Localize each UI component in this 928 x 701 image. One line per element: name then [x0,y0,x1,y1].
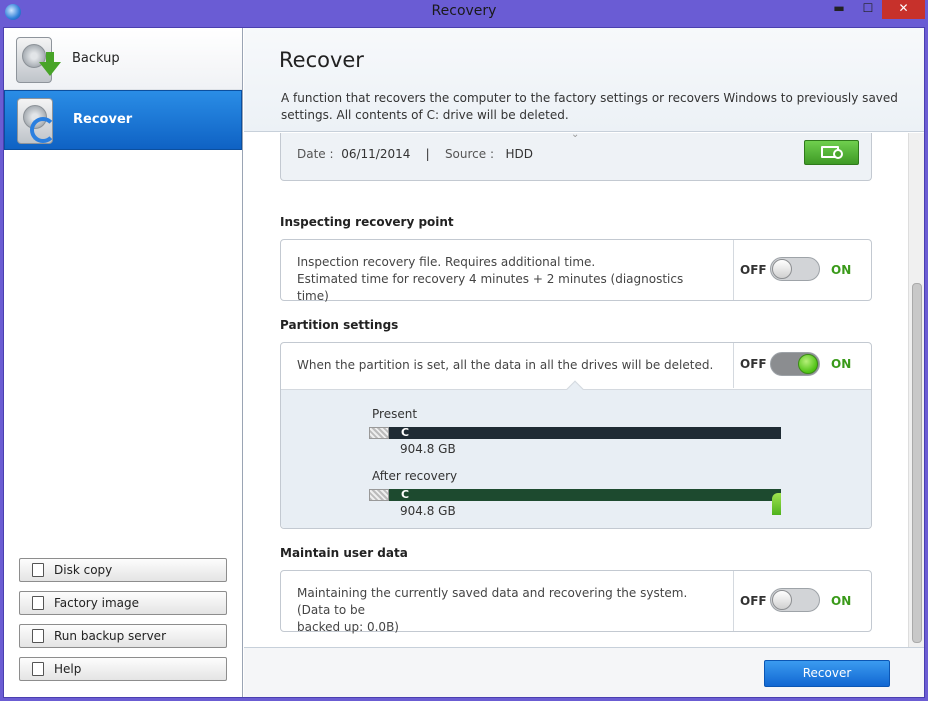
maximize-button[interactable]: ☐ [855,0,881,19]
maintain-description: Maintaining the currently saved data and… [297,585,717,636]
scrollbar-thumb[interactable] [912,283,922,643]
on-label: ON [831,594,852,608]
disk-copy-label: Disk copy [54,563,113,577]
window-title: Recovery [431,3,497,19]
help-icon [32,662,44,676]
close-button[interactable]: ✕ [882,0,925,19]
magnifier-icon [833,149,843,159]
sidebar-item-label: Backup [72,51,120,66]
meta-separator: | [425,147,430,161]
present-size: 904.8 GB [400,442,456,456]
partition-toggle[interactable] [770,352,820,376]
maintain-toggle-area: OFF ON [733,571,871,631]
help-label: Help [54,662,82,676]
present-partition-bar: C [369,426,781,439]
inspecting-line1: Inspection recovery file. Requires addit… [297,255,596,269]
page-header: Recover A function that recovers the com… [244,28,924,132]
inspecting-title: Inspecting recovery point [280,215,454,229]
inspecting-toggle-area: OFF ON [733,240,871,300]
partition-toggle-area: OFF ON [733,343,871,388]
main-panel: Recover A function that recovers the com… [244,28,924,697]
help-button[interactable]: Help [19,657,227,681]
maintain-line2: backed up: 0.0B) [297,620,399,634]
chevron-down-icon: ⌄ [571,133,580,140]
scroll-content[interactable]: ⌄ Date : 06/11/2014 | Source : HDD Inspe… [244,133,908,647]
sidebar: Backup Recover Disk copy Factory image R… [4,28,243,697]
page-description: A function that recovers the computer to… [281,91,898,122]
after-recovery-label: After recovery [372,469,458,483]
partition-title: Partition settings [280,318,399,332]
on-label: ON [831,263,852,277]
sidebar-item-recover[interactable]: Recover [4,90,242,150]
sidebar-item-backup[interactable]: Backup [4,30,242,90]
on-label: ON [831,357,852,371]
recover-drive-icon [17,98,56,144]
disk-copy-button[interactable]: Disk copy [19,558,227,582]
inspecting-line2: Estimated time for recovery 4 minutes + … [297,272,684,303]
maintain-line1: Maintaining the currently saved data and… [297,586,688,617]
reserved-partition [369,427,389,439]
recover-button[interactable]: Recover [764,660,890,687]
factory-image-button[interactable]: Factory image [19,591,227,615]
factory-image-icon [32,596,44,610]
off-label: OFF [740,263,767,277]
minimize-button[interactable]: ▬ [826,0,852,19]
inspecting-toggle[interactable] [770,257,820,281]
source-value: HDD [505,147,533,161]
run-backup-server-button[interactable]: Run backup server [19,624,227,648]
date-value: 06/11/2014 [341,147,411,161]
footer-bar: Recover [244,647,924,697]
after-drive-letter: C [401,488,410,501]
backup-drive-icon [16,37,61,83]
partition-resize-handle[interactable] [772,493,781,515]
off-label: OFF [740,357,767,371]
maintain-title: Maintain user data [280,546,408,560]
toggle-knob [798,354,818,374]
reserved-partition [369,489,389,501]
partition-detail: Present C 904.8 GB After recovery C 904.… [281,380,871,528]
inspecting-description: Inspection recovery file. Requires addit… [297,254,717,305]
disk-copy-icon [32,563,44,577]
inspecting-panel: Inspection recovery file. Requires addit… [280,239,872,303]
run-backup-server-label: Run backup server [54,629,166,643]
present-drive-letter: C [401,426,410,439]
partition-description: When the partition is set, all the data … [297,358,714,372]
sidebar-item-label: Recover [73,112,133,127]
recovery-point-meta: Date : 06/11/2014 | Source : HDD [297,147,533,161]
factory-image-label: Factory image [54,596,140,610]
toggle-knob [772,590,792,610]
maintain-toggle[interactable] [770,588,820,612]
maintain-panel: Maintaining the currently saved data and… [280,570,872,634]
page-title: Recover [279,48,364,72]
source-key: Source : [444,147,495,161]
date-key: Date : [297,147,334,161]
present-label: Present [372,407,418,421]
backup-server-icon [32,629,44,643]
inspect-recovery-point-button[interactable] [804,140,859,165]
off-label: OFF [740,594,767,608]
after-size: 904.8 GB [400,504,456,518]
app-window: Backup Recover Disk copy Factory image R… [3,27,925,698]
after-partition-bar: C [369,488,781,515]
toggle-knob [772,259,792,279]
partition-panel: When the partition is set, all the data … [280,342,872,529]
recovery-point-panel: ⌄ Date : 06/11/2014 | Source : HDD [280,133,872,181]
vertical-scrollbar[interactable] [908,133,924,647]
title-bar: Recovery ▬ ☐ ✕ [0,0,928,26]
